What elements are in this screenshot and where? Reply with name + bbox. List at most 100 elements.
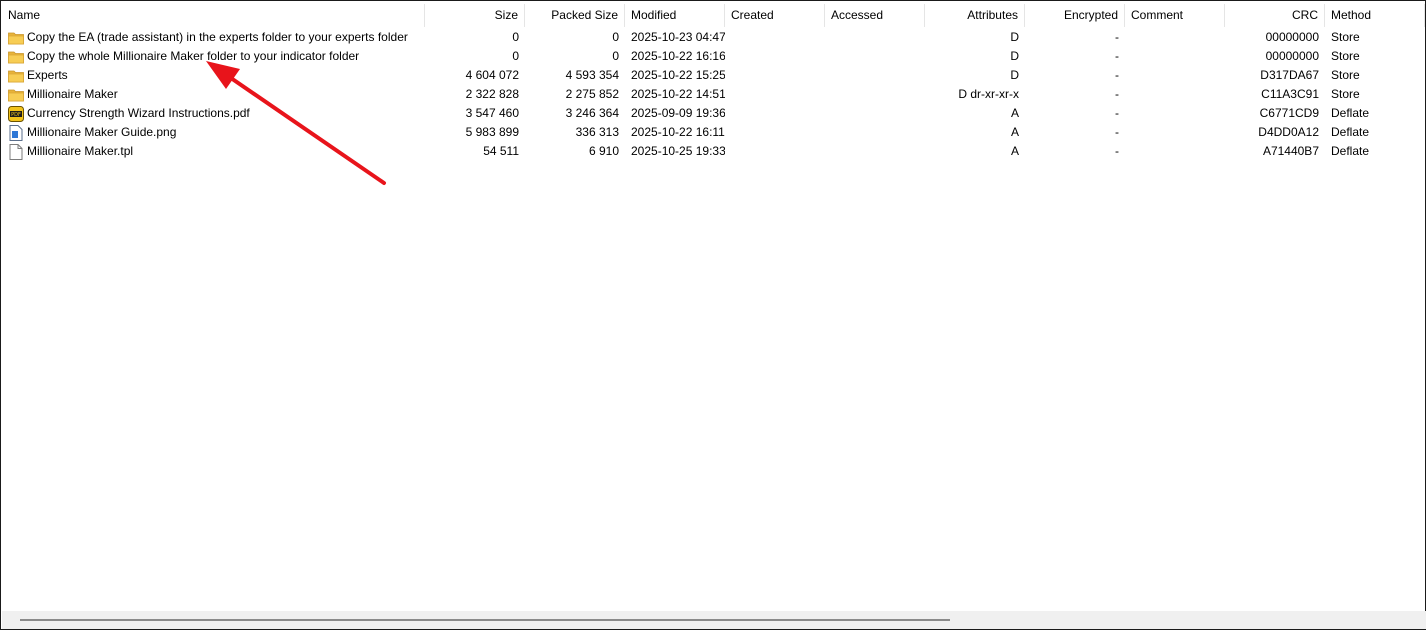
attributes-cell: D (1010, 68, 1019, 82)
crc-cell: D317DA67 (1260, 68, 1319, 82)
column-header-modified[interactable]: Modified (625, 4, 725, 27)
name-cell: Millionaire Maker (2, 85, 425, 104)
created-cell (725, 123, 825, 142)
comment-cell (1125, 66, 1225, 85)
file-name: Copy the EA (trade assistant) in the exp… (27, 30, 408, 44)
blank-file-icon (8, 143, 24, 160)
encrypted-cell: - (1115, 30, 1119, 44)
size-cell: 5 983 899 (465, 125, 519, 139)
file-row[interactable]: Millionaire Maker.tpl 54 511 6 910 2025-10-… (2, 142, 1426, 161)
crc-cell: C6771CD9 (1259, 106, 1319, 120)
encrypted-cell: - (1115, 68, 1119, 82)
attributes-cell: A (1010, 125, 1019, 139)
column-header-bar: Name Size Packed Size Modified Created A… (2, 4, 1426, 27)
accessed-cell (825, 123, 925, 142)
method-cell: Deflate (1331, 144, 1370, 158)
attributes-cell: D (1010, 30, 1019, 44)
name-cell: PDF Currency Strength Wizard Instructions… (2, 104, 425, 123)
column-header-name[interactable]: Name (2, 4, 425, 27)
encrypted-cell: - (1115, 49, 1119, 63)
file-list-window: Name Size Packed Size Modified Created A… (0, 0, 1426, 630)
packed-size-cell: 0 (612, 49, 619, 63)
packed-size-cell: 0 (612, 30, 619, 44)
modified-cell: 2025-10-25 19:33 (631, 144, 725, 158)
packed-size-cell: 6 910 (588, 144, 619, 158)
created-cell (725, 85, 825, 104)
accessed-cell (825, 104, 925, 123)
folder-icon (8, 30, 24, 46)
size-cell: 4 604 072 (465, 68, 519, 82)
modified-cell: 2025-09-09 19:36 (631, 106, 725, 120)
size-cell: 54 511 (483, 144, 519, 158)
column-header-packed-size[interactable]: Packed Size (525, 4, 625, 27)
comment-cell (1125, 28, 1225, 47)
modified-cell: 2025-10-22 14:51 (631, 87, 725, 101)
file-name: Millionaire Maker Guide.png (27, 125, 177, 139)
file-name: Millionaire Maker.tpl (27, 144, 134, 158)
crc-cell: 00000000 (1265, 49, 1319, 63)
column-header-encrypted[interactable]: Encrypted (1025, 4, 1125, 27)
modified-cell: 2025-10-22 16:16 (631, 49, 725, 63)
created-cell (725, 28, 825, 47)
file-row[interactable]: Millionaire Maker Guide.png 5 983 899 336 … (2, 123, 1426, 142)
method-cell: Store (1331, 68, 1360, 82)
modified-cell: 2025-10-22 16:11 (631, 125, 725, 139)
column-header-created[interactable]: Created (725, 4, 825, 27)
accessed-cell (825, 85, 925, 104)
accessed-cell (825, 142, 925, 161)
created-cell (725, 47, 825, 66)
column-header-attributes[interactable]: Attributes (925, 4, 1025, 27)
comment-cell (1125, 85, 1225, 104)
horizontal-scrollbar-thumb[interactable] (20, 619, 950, 621)
method-cell: Store (1331, 30, 1360, 44)
image-file-icon (8, 124, 24, 141)
svg-text:PDF: PDF (11, 112, 21, 118)
encrypted-cell: - (1115, 125, 1119, 139)
name-cell: Millionaire Maker.tpl (2, 142, 425, 161)
file-name: Experts (27, 68, 68, 82)
file-name: Millionaire Maker (27, 87, 118, 101)
name-cell: Millionaire Maker Guide.png (2, 123, 425, 142)
comment-cell (1125, 123, 1225, 142)
crc-cell: C11A3C91 (1261, 87, 1319, 101)
crc-cell: D4DD0A12 (1258, 125, 1319, 139)
modified-cell: 2025-10-23 04:47 (631, 30, 725, 44)
size-cell: 0 (512, 49, 519, 63)
encrypted-cell: - (1115, 106, 1119, 120)
crc-cell: 00000000 (1265, 30, 1319, 44)
created-cell (725, 66, 825, 85)
column-header-size[interactable]: Size (425, 4, 525, 27)
name-cell: Experts (2, 66, 425, 85)
method-cell: Deflate (1331, 125, 1370, 139)
encrypted-cell: - (1115, 144, 1119, 158)
comment-cell (1125, 104, 1225, 123)
horizontal-scrollbar[interactable] (2, 611, 1426, 629)
crc-cell: A71440B7 (1262, 144, 1319, 158)
column-header-comment[interactable]: Comment (1125, 4, 1225, 27)
file-row[interactable]: Copy the EA (trade assistant) in the exp… (2, 28, 1426, 47)
size-cell: 0 (512, 30, 519, 44)
modified-cell: 2025-10-22 15:25 (631, 68, 725, 82)
file-row[interactable]: PDF Currency Strength Wizard Instructions… (2, 104, 1426, 123)
attributes-cell: A (1010, 106, 1019, 120)
packed-size-cell: 3 246 364 (565, 106, 619, 120)
column-header-crc[interactable]: CRC (1225, 4, 1325, 27)
created-cell (725, 142, 825, 161)
accessed-cell (825, 28, 925, 47)
encrypted-cell: - (1115, 87, 1119, 101)
packed-size-cell: 4 593 354 (565, 68, 619, 82)
folder-icon (8, 49, 24, 65)
column-header-method[interactable]: Method (1325, 4, 1425, 27)
file-row[interactable]: Experts 4 604 072 4 593 354 2025-10-22 15:2… (2, 66, 1426, 85)
method-cell: Store (1331, 87, 1360, 101)
accessed-cell (825, 47, 925, 66)
column-header-accessed[interactable]: Accessed (825, 4, 925, 27)
accessed-cell (825, 66, 925, 85)
packed-size-cell: 336 313 (575, 125, 619, 139)
folder-icon (8, 68, 24, 84)
name-cell: Copy the whole Millionaire Maker folder … (2, 47, 425, 66)
comment-cell (1125, 142, 1225, 161)
file-row[interactable]: Millionaire Maker 2 322 828 2 275 852 2025-… (2, 85, 1426, 104)
file-row[interactable]: Copy the whole Millionaire Maker folder … (2, 47, 1426, 66)
attributes-cell: D dr-xr-xr-x (958, 87, 1019, 101)
